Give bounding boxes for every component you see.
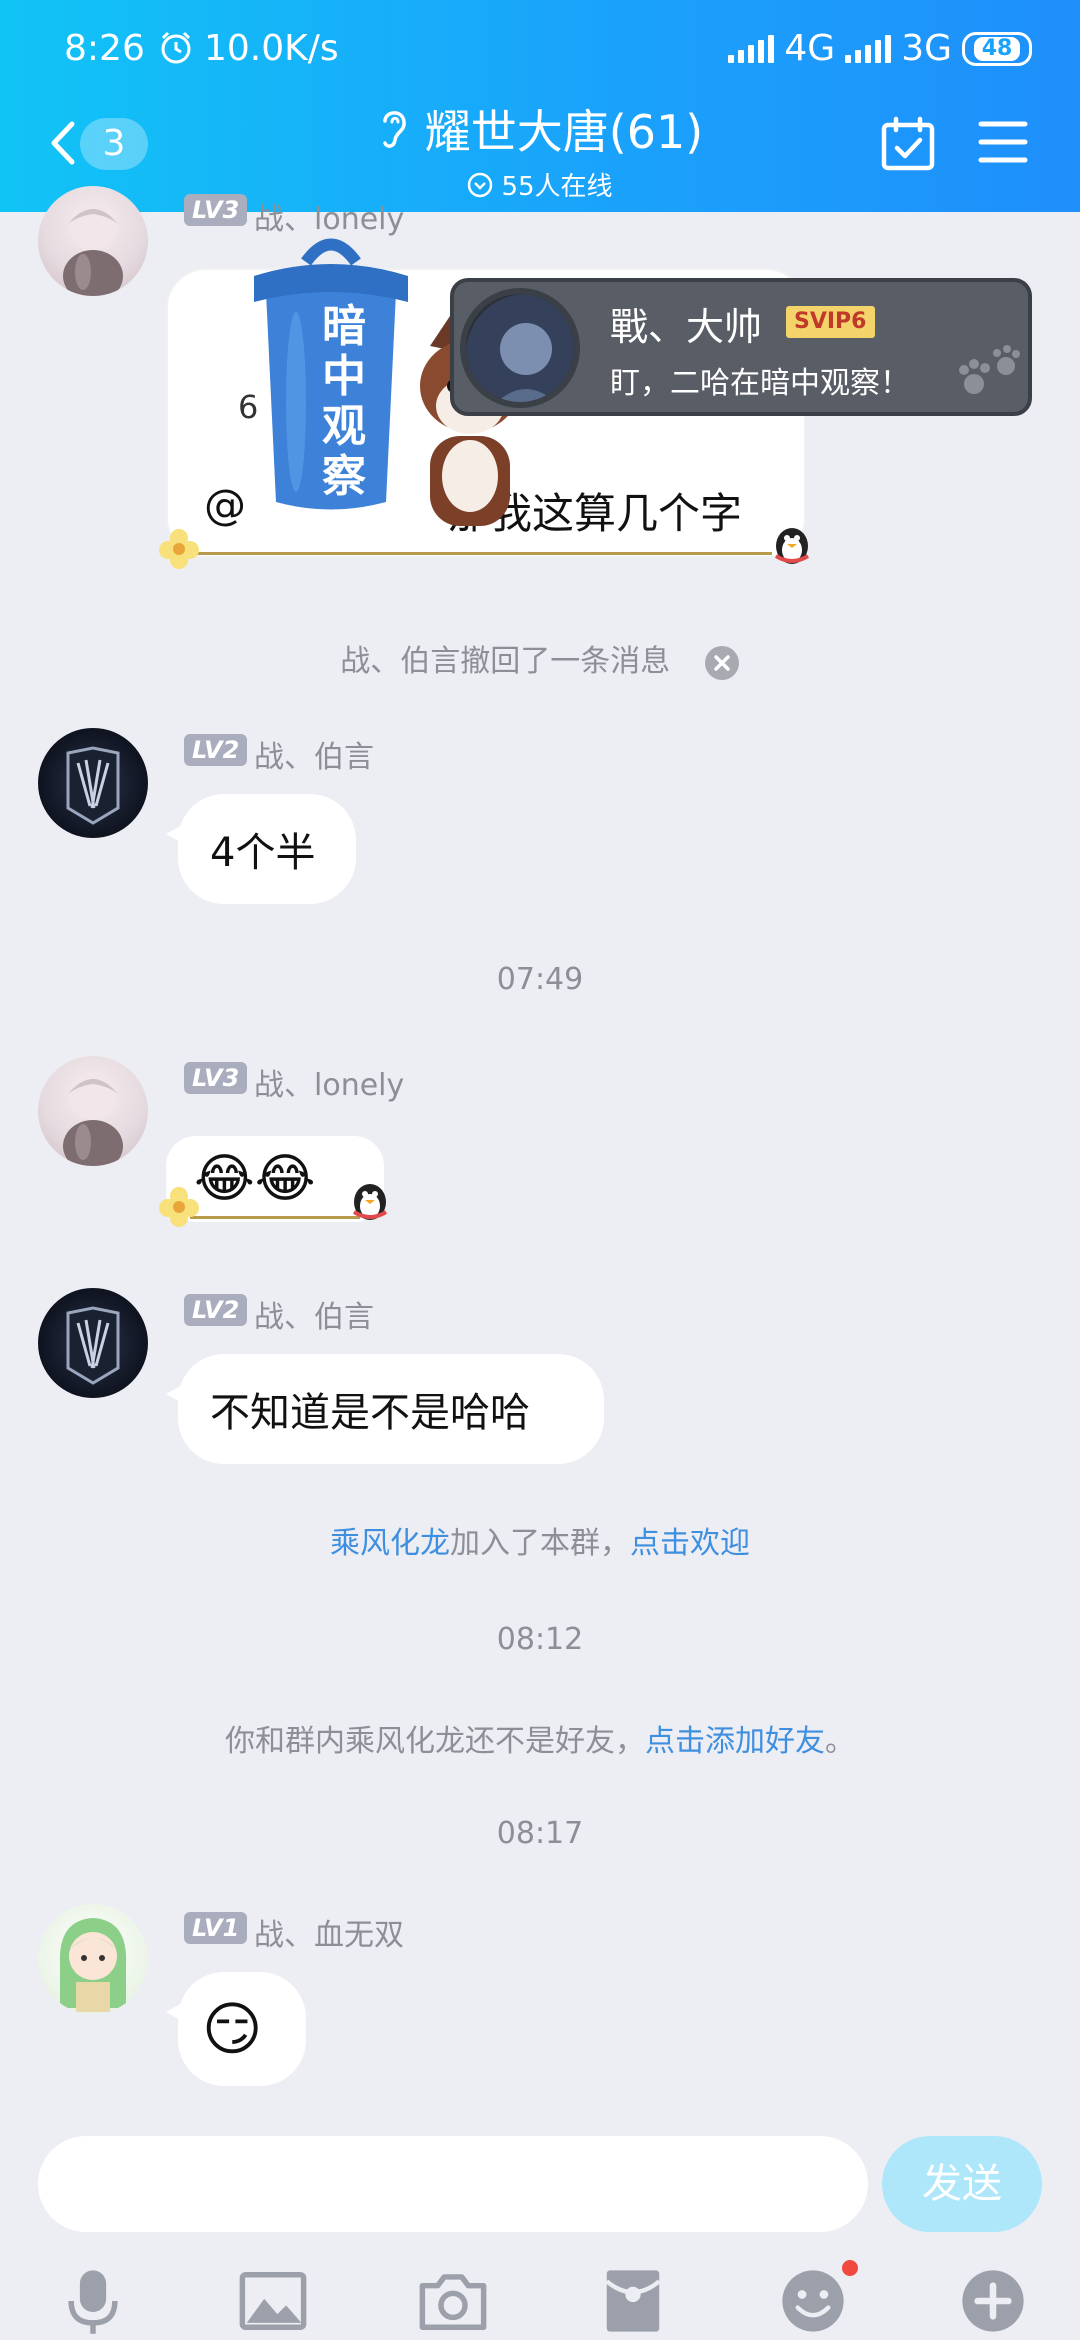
battery-icon: 48	[962, 31, 1032, 66]
status-time: 8:26	[64, 28, 145, 69]
bubble-underline	[190, 1216, 360, 1219]
network-type-1: 4G	[784, 28, 836, 69]
add-friend-link[interactable]: 点击添加好友	[645, 1724, 825, 1759]
battery-level: 48	[973, 36, 1021, 61]
welcome-link[interactable]: 点击欢迎	[630, 1526, 750, 1561]
signal-icon-2	[845, 34, 892, 63]
mic-icon[interactable]	[58, 2266, 128, 2336]
message-text: 4个半	[210, 830, 316, 876]
sender-name: 战、伯言	[254, 740, 374, 775]
vip-badge: SVIP6	[786, 306, 875, 338]
level-badge: LV3	[184, 194, 248, 226]
join-text: 加入了本群，	[450, 1526, 630, 1561]
camera-icon[interactable]	[418, 2266, 488, 2336]
group-title: 耀世大唐(61)	[424, 105, 704, 159]
sender-name: 战、伯言	[254, 1300, 374, 1335]
sticker-trash-can: 暗中观察	[226, 232, 436, 512]
status-bar: 8:26 10.0K/s 4G 3G 48	[0, 0, 1080, 100]
message-emoji: 😂😂	[194, 1149, 316, 1209]
avatar[interactable]	[38, 1056, 148, 1166]
timestamp: 08:17	[496, 1816, 584, 1851]
message-bubble[interactable]: 4个半	[166, 794, 356, 904]
recall-text: 战、伯言撤回了一条消息	[340, 644, 671, 679]
input-bar: 发送	[0, 2120, 1080, 2340]
popup-name: 戰、大帅	[610, 305, 763, 349]
notification-dot	[842, 2260, 858, 2276]
send-button[interactable]: 发送	[882, 2136, 1042, 2232]
signal-icon	[728, 34, 775, 63]
plus-icon[interactable]	[958, 2266, 1028, 2336]
avatar[interactable]	[38, 186, 148, 296]
red-packet-icon[interactable]	[598, 2266, 668, 2336]
recall-notice: 战、伯言撤回了一条消息	[0, 636, 1080, 681]
message-emoji: 😏	[202, 1995, 263, 2063]
ear-icon	[383, 111, 406, 148]
penguin-icon	[774, 528, 810, 564]
popup-message: 盯，二哈在暗中观察！	[610, 366, 910, 401]
friend-end: 。	[825, 1724, 855, 1759]
sender-name: 战、血无双	[254, 1918, 404, 1953]
timestamp: 08:12	[496, 1622, 584, 1657]
chat-header: 8:26 10.0K/s 4G 3G 48 3 耀世大唐(61) 55人在线	[0, 0, 1080, 212]
network-type-2: 3G	[901, 28, 952, 69]
green-hair-girl-avatar-image	[59, 1918, 127, 2012]
emoji-icon[interactable]	[778, 2266, 848, 2336]
message-bubble[interactable]: 😏	[166, 1972, 306, 2086]
level-badge: LV1	[184, 1912, 248, 1944]
flower-icon	[159, 529, 199, 569]
wings-emblem-avatar-image	[66, 746, 120, 825]
image-icon[interactable]	[238, 2266, 308, 2336]
chevron-down-circle-icon	[468, 172, 493, 197]
level-badge: LV2	[184, 1294, 248, 1326]
flower-icon	[159, 1187, 199, 1227]
join-notice: 乘风化龙加入了本群，点击欢迎	[0, 1518, 1080, 1562]
sticker-text: 暗中观察	[322, 301, 366, 502]
alarm-icon	[161, 31, 191, 64]
avatar[interactable]	[38, 1904, 148, 2014]
close-circle-icon[interactable]	[704, 645, 740, 681]
popup-avatar-image	[466, 294, 574, 402]
popup-avatar	[460, 288, 580, 408]
calendar-check-icon[interactable]	[880, 116, 936, 172]
level-badge: LV2	[184, 734, 248, 766]
special-care-popup[interactable]: 戰、大帅 SVIP6 盯，二哈在暗中观察！	[450, 278, 1032, 416]
network-speed: 10.0K/s	[204, 28, 339, 69]
penguin-icon	[352, 1184, 388, 1220]
paw-icon	[959, 345, 1020, 394]
bubble-underline	[192, 552, 772, 555]
avatar[interactable]	[38, 1288, 148, 1398]
friend-text: 你和群内乘风化龙还不是好友，	[225, 1724, 645, 1759]
menu-icon[interactable]	[978, 118, 1028, 166]
message-input[interactable]	[38, 2136, 868, 2232]
timestamp: 07:49	[496, 962, 584, 997]
online-count: 55人在线	[501, 172, 613, 202]
avatar[interactable]	[38, 728, 148, 838]
member-name-link[interactable]: 乘风化龙	[330, 1526, 450, 1561]
bunny-avatar-image	[63, 1072, 123, 1166]
friend-notice: 你和群内乘风化龙还不是好友，点击添加好友。	[0, 1716, 1080, 1760]
bunny-avatar-image	[63, 202, 123, 296]
wings-emblem-avatar-image	[66, 1306, 120, 1385]
message-text: 不知道是不是哈哈	[210, 1390, 530, 1436]
message-bubble[interactable]: 不知道是不是哈哈	[166, 1354, 604, 1464]
sender-name: 战、lonely	[254, 1068, 405, 1103]
level-badge: LV3	[184, 1062, 248, 1094]
